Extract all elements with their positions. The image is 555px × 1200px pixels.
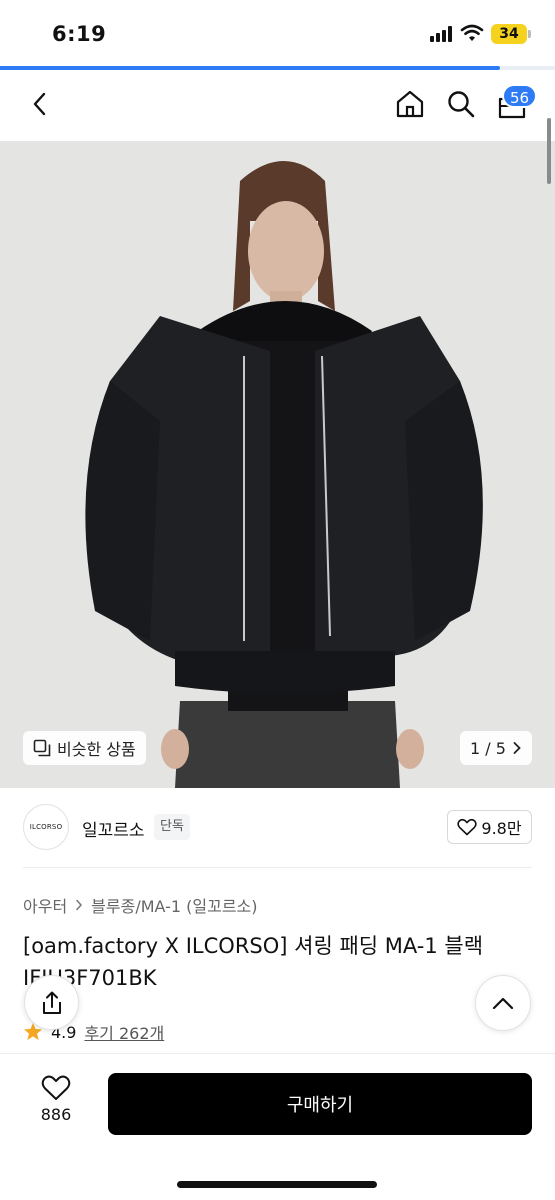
wifi-icon: [460, 24, 484, 41]
bottom-purchase-bar: 886 구매하기: [0, 1053, 555, 1200]
home-icon: [396, 90, 424, 118]
chevron-up-icon: [492, 997, 514, 1010]
breadcrumb: 아우터 블루종/MA-1 (일꼬르소): [23, 893, 258, 917]
similar-products-label: 비슷한 상품: [57, 740, 136, 759]
exclusive-tag: 단독: [154, 814, 190, 840]
back-button[interactable]: [20, 84, 60, 124]
chevron-right-icon: [76, 899, 83, 911]
wishlist-button[interactable]: 886: [30, 1074, 82, 1134]
brand-like-count: 9.8만: [481, 819, 522, 838]
cellular-signal-icon: [430, 26, 454, 42]
home-indicator: [177, 1181, 377, 1188]
chevron-left-icon: [33, 92, 46, 116]
breadcrumb-subcategory[interactable]: 블루종/MA-1 (일꼬르소): [91, 893, 257, 917]
product-title: [oam.factory X ILCORSO] 셔링 패딩 MA-1 블랙 IF…: [23, 934, 484, 990]
similar-products-button[interactable]: 비슷한 상품: [23, 731, 146, 765]
status-time: 6:19: [52, 22, 107, 46]
product-image-gallery[interactable]: 비슷한 상품 1 / 5: [0, 141, 555, 788]
brand-name-link[interactable]: 일꼬르소: [82, 816, 145, 841]
buy-button[interactable]: 구매하기: [108, 1073, 532, 1135]
breadcrumb-category[interactable]: 아우터: [23, 893, 67, 917]
brand-logo-text: ILCORSO: [29, 823, 63, 831]
brand-logo[interactable]: ILCORSO: [23, 804, 69, 850]
battery-icon: 34: [491, 24, 527, 44]
search-button[interactable]: [441, 84, 481, 124]
share-icon: [42, 991, 61, 1014]
top-navbar: [0, 70, 555, 140]
heart-icon: [457, 818, 478, 836]
cart-count-badge: 56: [502, 84, 538, 108]
brand-like-button[interactable]: 9.8만: [447, 810, 532, 844]
brand-row: ILCORSO 일꼬르소 단독 9.8만: [0, 788, 555, 868]
review-count-link[interactable]: 후기 262개: [84, 1020, 164, 1044]
scroll-to-top-button[interactable]: [475, 975, 531, 1031]
section-divider: [23, 867, 532, 868]
image-page-indicator[interactable]: 1 / 5: [460, 731, 532, 765]
image-page-text: 1 / 5: [470, 738, 506, 758]
similar-items-icon: [33, 739, 51, 757]
chevron-right-icon: [513, 742, 521, 754]
product-photo: [85, 161, 483, 788]
home-button[interactable]: [390, 84, 430, 124]
search-icon: [448, 91, 475, 118]
page-scrollbar[interactable]: [547, 118, 551, 184]
status-bar: 6:19 34: [0, 0, 555, 66]
heart-icon: [41, 1075, 71, 1100]
share-button[interactable]: [24, 975, 79, 1030]
battery-tip: [528, 30, 531, 38]
wishlist-count: 886: [40, 1105, 72, 1124]
